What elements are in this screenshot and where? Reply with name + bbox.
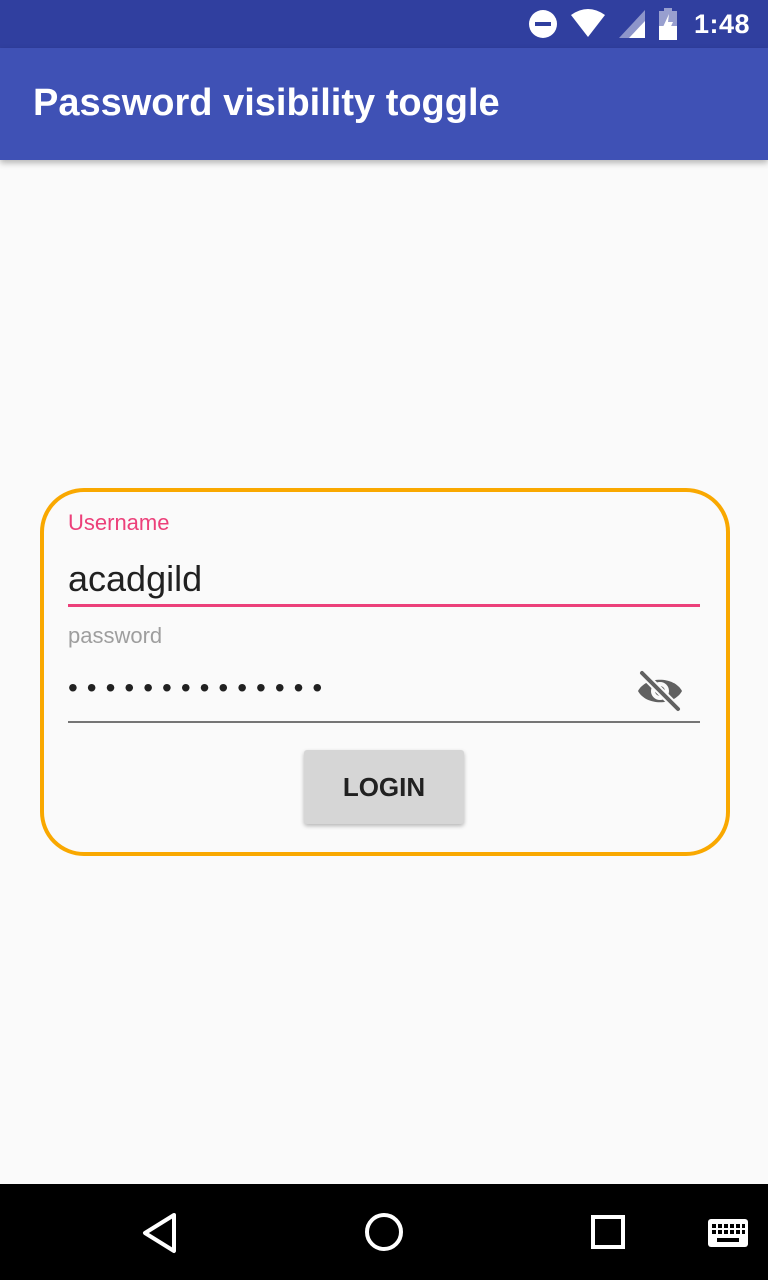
visibility-off-icon[interactable]	[636, 670, 684, 712]
password-placeholder-label: password	[68, 623, 163, 648]
username-input[interactable]	[68, 554, 700, 607]
wifi-icon	[570, 9, 605, 37]
home-icon[interactable]	[363, 1211, 405, 1253]
recents-icon[interactable]	[590, 1214, 626, 1250]
battery-charging-icon	[658, 8, 677, 40]
status-bar: 1:48	[0, 0, 768, 48]
back-icon[interactable]	[140, 1212, 180, 1254]
password-field[interactable]: ••••••••••••••	[68, 660, 700, 723]
cell-signal-icon	[618, 10, 645, 38]
login-button[interactable]: LOGIN	[304, 750, 464, 824]
username-label: Username	[68, 510, 170, 535]
status-icons: 1:48	[528, 0, 750, 48]
keyboard-icon[interactable]	[707, 1218, 749, 1248]
navigation-bar	[0, 1184, 768, 1280]
status-time: 1:48	[693, 8, 750, 39]
app-bar: Password visibility toggle	[0, 48, 768, 160]
screen: 1:48 Password visibility toggle Username…	[0, 0, 768, 1280]
do-not-disturb-icon	[528, 10, 557, 38]
password-masked-value: ••••••••••••••	[68, 672, 332, 703]
app-title: Password visibility toggle	[33, 82, 500, 124]
